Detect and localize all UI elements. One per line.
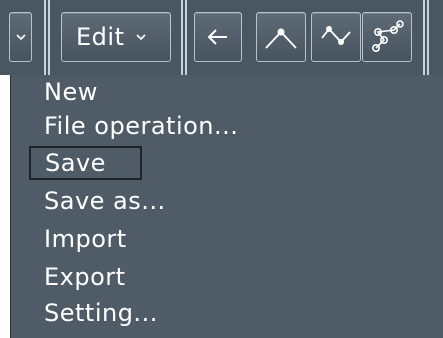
app-window: Edit New File operation... Save Save as.… (0, 0, 443, 338)
multi-point-route-tool-button[interactable] (362, 12, 412, 62)
back-button[interactable] (194, 12, 242, 62)
menu-item-save-as[interactable]: Save as... (44, 184, 166, 218)
menu-item-setting[interactable]: Setting... (44, 296, 158, 330)
edit-dropdown-menu: New File operation... Save Save as... Im… (10, 75, 443, 338)
menu-item-import[interactable]: Import (44, 222, 127, 256)
toolbar-separator (427, 0, 429, 75)
caret-down-icon (15, 34, 26, 40)
arrow-left-icon (207, 28, 229, 46)
toolbar: Edit (0, 0, 443, 75)
toolbar-separator (185, 0, 187, 75)
toolbar-separator (44, 0, 46, 75)
menu-item-file-operation[interactable]: File operation... (44, 109, 238, 143)
peak-line-tool-icon (264, 24, 298, 50)
zigzag-line-tool-icon (319, 24, 353, 50)
caret-down-icon (136, 34, 147, 40)
menu-item-new[interactable]: New (44, 75, 98, 109)
menu-item-save[interactable]: Save (29, 146, 142, 180)
edit-menu-label: Edit (76, 23, 125, 51)
toolbar-separator (423, 0, 425, 75)
toolbar-separator (48, 0, 50, 75)
edit-menu-button[interactable]: Edit (61, 12, 171, 62)
menu-item-export[interactable]: Export (44, 260, 126, 294)
toolbar-separator (181, 0, 183, 75)
zigzag-line-tool-button[interactable] (311, 12, 361, 62)
peak-line-tool-button[interactable] (256, 12, 306, 62)
multi-point-route-tool-icon (370, 20, 404, 54)
toolbar-dropdown-button[interactable] (9, 12, 32, 62)
